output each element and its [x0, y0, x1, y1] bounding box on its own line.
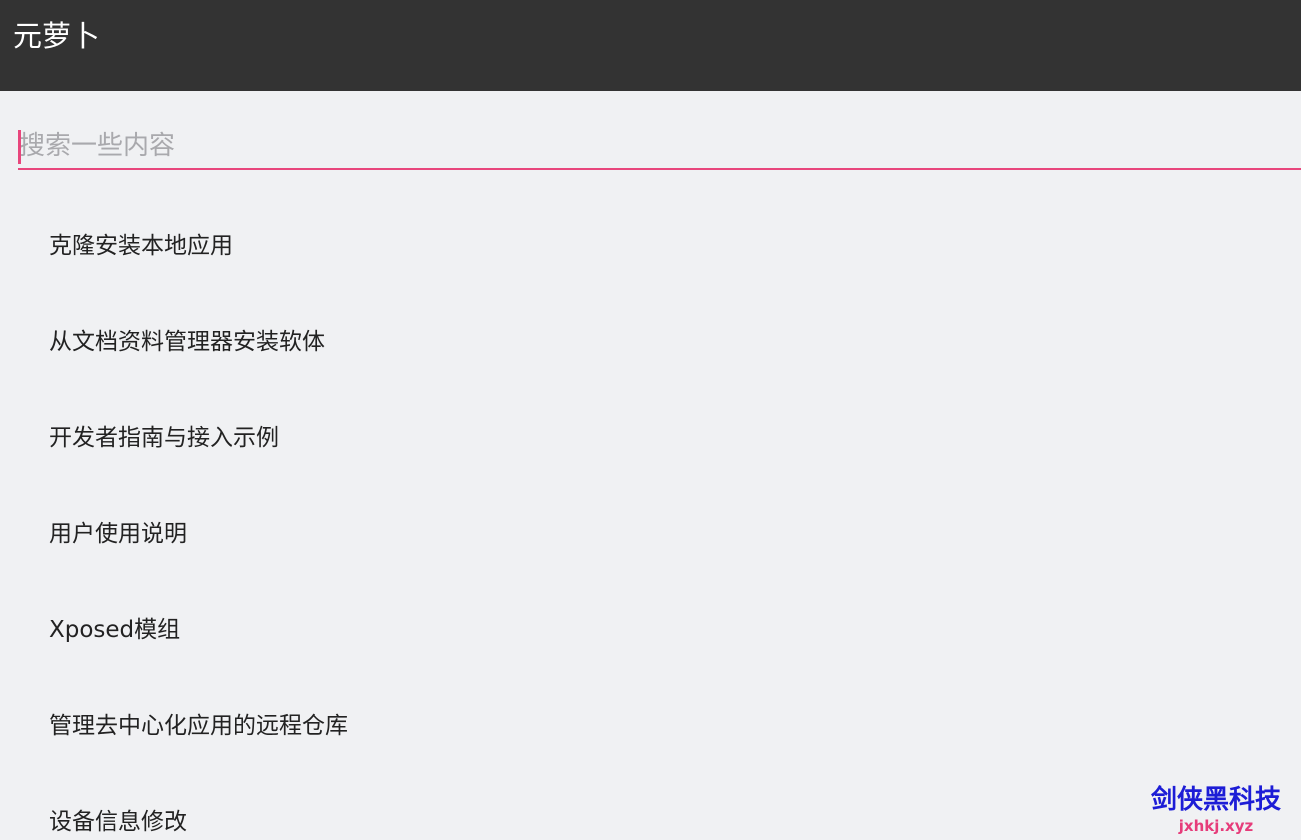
search-input[interactable] [18, 124, 1301, 170]
menu-item-label: 从文档资料管理器安装软体 [49, 329, 325, 355]
menu-item-label: 管理去中心化应用的远程仓库 [49, 713, 348, 739]
menu-item-xposed-modules[interactable]: Xposed模组 [0, 582, 1301, 678]
menu-item-remote-repositories[interactable]: 管理去中心化应用的远程仓库 [0, 678, 1301, 774]
menu-item-user-manual[interactable]: 用户使用说明 [0, 486, 1301, 582]
watermark-url: jxhkj.xyz [1178, 817, 1254, 835]
search-bar [18, 124, 1301, 172]
watermark: 剑侠黑科技 jxhkj.xyz [1141, 784, 1291, 836]
menu-item-label: 用户使用说明 [49, 521, 187, 547]
menu-item-label: 克隆安装本地应用 [49, 233, 233, 259]
app-title: 元萝卜 [13, 19, 101, 53]
menu-item-label: 设备信息修改 [49, 809, 187, 835]
menu-item-label: 开发者指南与接入示例 [49, 425, 279, 451]
menu-item-developer-guide[interactable]: 开发者指南与接入示例 [0, 390, 1301, 486]
menu-item-clone-install-local-app[interactable]: 克隆安装本地应用 [0, 198, 1301, 294]
watermark-name: 剑侠黑科技 [1150, 785, 1281, 815]
text-cursor [18, 130, 21, 164]
menu-item-install-from-file-manager[interactable]: 从文档资料管理器安装软体 [0, 294, 1301, 390]
menu-item-label: Xposed模组 [49, 617, 181, 643]
app-window: 元萝卜 克隆安装本地应用 从文档资料管理器安装软体 开发者指南与接入示例 用户使… [0, 0, 1301, 840]
menu-list: 克隆安装本地应用 从文档资料管理器安装软体 开发者指南与接入示例 用户使用说明 … [0, 198, 1301, 840]
app-toolbar: 元萝卜 [0, 0, 1301, 91]
menu-item-device-info-edit[interactable]: 设备信息修改 [0, 774, 1301, 840]
